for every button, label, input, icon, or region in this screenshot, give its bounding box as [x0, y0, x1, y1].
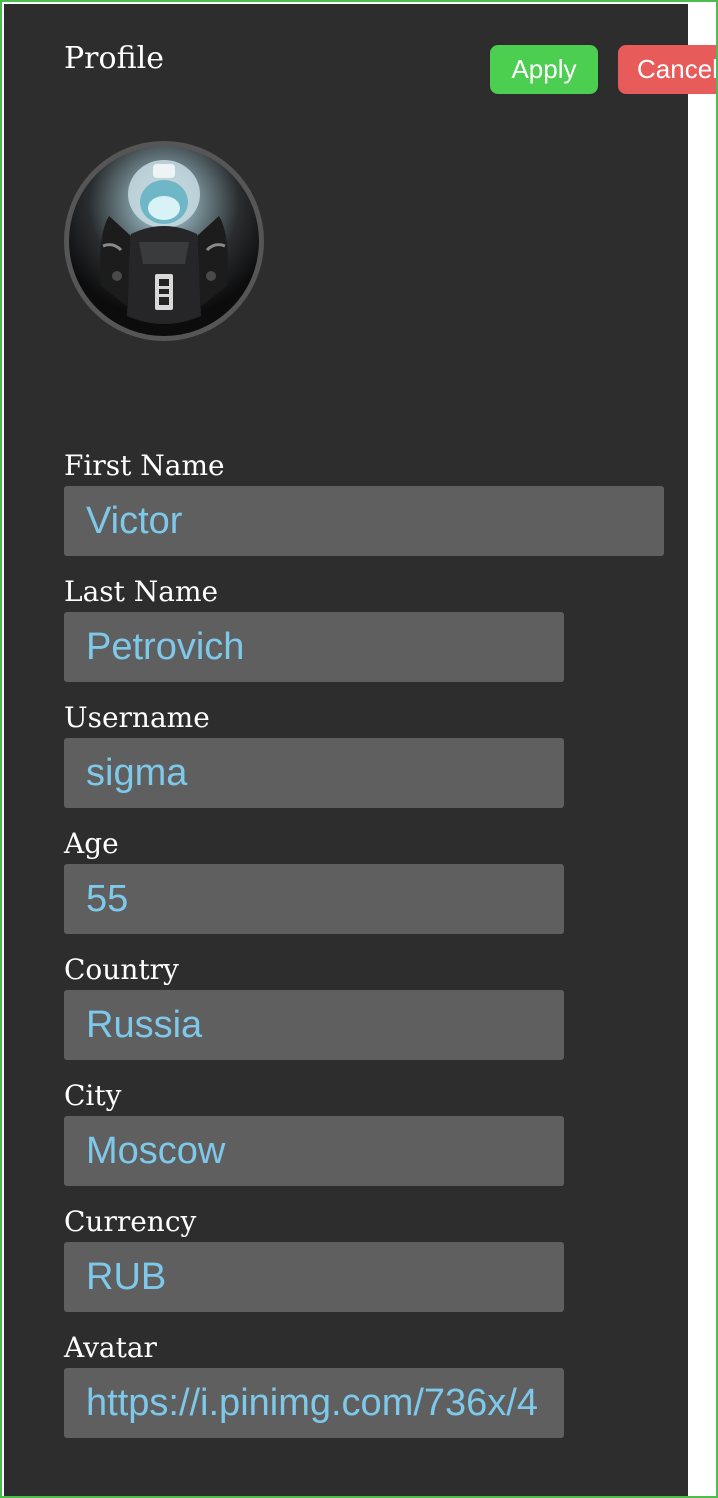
city-input[interactable]	[64, 1116, 564, 1186]
first-name-label: First Name	[64, 449, 225, 482]
apply-button[interactable]: Apply	[490, 45, 598, 94]
avatar	[64, 141, 264, 341]
avatar-url-input[interactable]	[64, 1368, 564, 1438]
page-title: Profile	[64, 41, 164, 76]
city-label: City	[64, 1079, 122, 1112]
username-input[interactable]	[64, 738, 564, 808]
age-label: Age	[64, 827, 119, 860]
username-label: Username	[64, 701, 210, 734]
currency-label: Currency	[64, 1205, 197, 1238]
first-name-input[interactable]	[64, 486, 664, 556]
country-input[interactable]	[64, 990, 564, 1060]
country-label: Country	[64, 953, 179, 986]
age-input[interactable]	[64, 864, 564, 934]
space-marine-avatar-icon	[100, 160, 228, 324]
avatar-label: Avatar	[64, 1331, 157, 1364]
last-name-input[interactable]	[64, 612, 564, 682]
cancel-button[interactable]: Cancel	[618, 45, 716, 94]
app-frame: Profile Apply Cancel First Name Last Nam…	[0, 0, 718, 1498]
last-name-label: Last Name	[64, 575, 219, 608]
currency-input[interactable]	[64, 1242, 564, 1312]
